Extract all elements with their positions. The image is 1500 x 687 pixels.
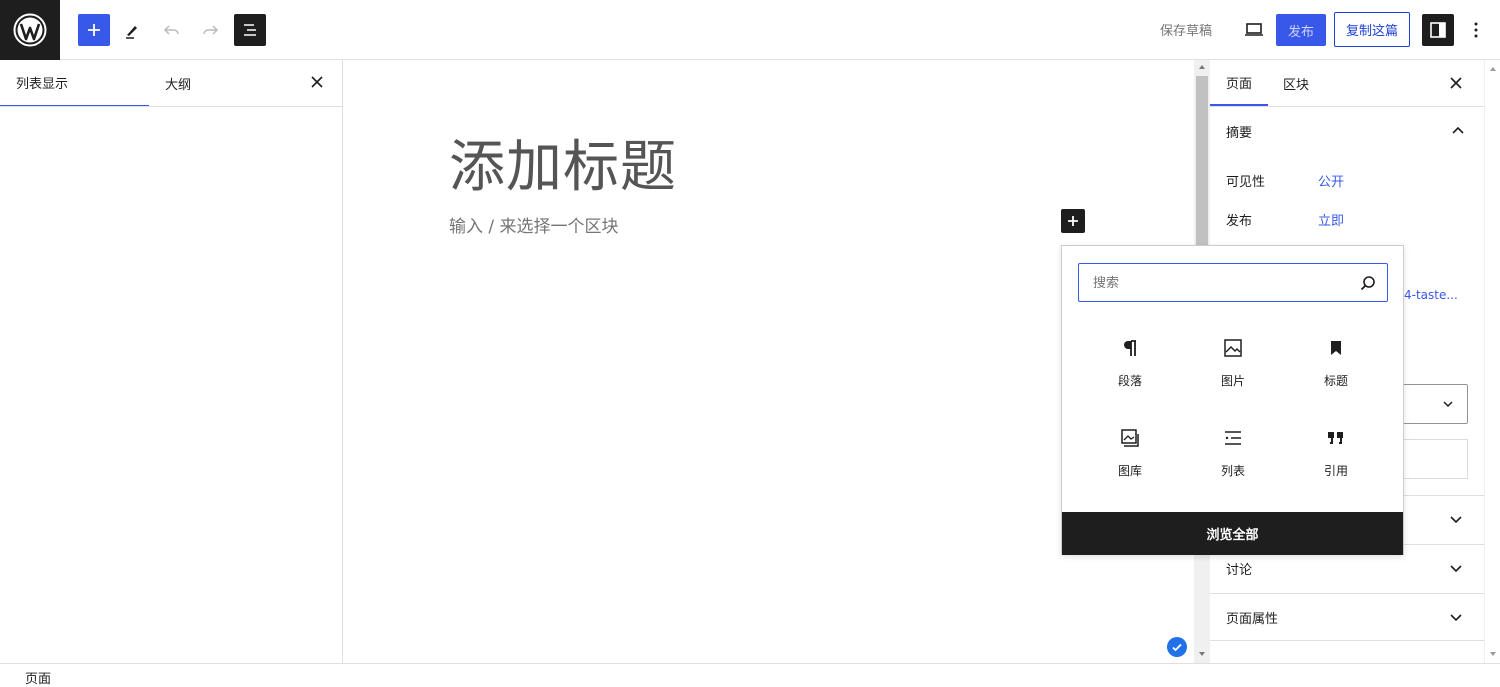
page-attributes-panel[interactable]: 页面属性 — [1210, 593, 1484, 641]
undo-icon — [163, 25, 179, 35]
chevron-down-icon — [1446, 559, 1466, 579]
tools-button[interactable] — [116, 14, 148, 46]
plus-icon — [88, 24, 100, 36]
editor-header: 保存草稿 发布 复制这篇 — [0, 0, 1500, 60]
divider — [0, 106, 343, 107]
redo-icon — [203, 25, 219, 35]
tab-list-view[interactable]: 列表显示 — [0, 60, 149, 107]
close-icon — [311, 76, 323, 88]
block-heading[interactable]: 标题 — [1284, 326, 1388, 406]
redo-button[interactable] — [194, 14, 226, 46]
list-view-panel: 列表显示 大纲 — [0, 60, 343, 663]
tab-outline[interactable]: 大纲 — [149, 60, 299, 107]
scroll-up-icon — [1199, 65, 1205, 69]
publish-date-label: 发布 — [1226, 214, 1253, 229]
plus-icon — [1068, 216, 1078, 226]
block-label: 标题 — [1323, 374, 1348, 388]
pencil-icon — [126, 26, 137, 39]
discussion-panel-title: 讨论 — [1226, 563, 1253, 578]
block-label: 段落 — [1117, 374, 1142, 388]
scrollbar-thumb[interactable] — [1196, 76, 1208, 246]
block-label: 引用 — [1323, 464, 1348, 478]
page-attributes-title: 页面属性 — [1226, 611, 1279, 627]
inline-inserter-button[interactable] — [1061, 209, 1085, 233]
copy-post-button[interactable]: 复制这篇 — [1334, 12, 1410, 47]
scroll-down-icon — [1199, 652, 1205, 656]
post-title-input[interactable]: 添加标题 — [449, 122, 677, 203]
save-draft-button[interactable]: 保存草稿 — [1160, 20, 1212, 39]
chevron-down-icon — [1446, 608, 1466, 628]
chevron-down-icon — [1446, 510, 1466, 530]
block-paragraph[interactable]: 段落 — [1078, 326, 1182, 406]
more-options-button[interactable] — [1462, 14, 1490, 46]
settings-button[interactable] — [1422, 14, 1454, 46]
quick-inserter-popover: 段落 图片 标题 图库 列表 引用 浏览全部 — [1061, 245, 1404, 555]
search-icon — [1360, 276, 1375, 291]
publish-date-toggle[interactable]: 立即 — [1318, 210, 1344, 229]
close-sidebar-button[interactable] — [1444, 71, 1468, 95]
divider — [1210, 106, 1484, 107]
browse-all-button[interactable]: 浏览全部 — [1062, 512, 1403, 555]
scroll-up-icon — [1490, 67, 1496, 71]
close-icon — [1450, 77, 1462, 89]
author-field[interactable] — [1404, 439, 1468, 479]
default-block-appender[interactable]: 输入 / 来选择一个区块 — [449, 212, 619, 237]
template-select[interactable] — [1404, 384, 1468, 424]
block-label: 图库 — [1117, 464, 1142, 478]
scroll-down-icon — [1490, 652, 1496, 656]
heading-bookmark-icon — [1324, 336, 1348, 360]
undo-button[interactable] — [156, 14, 188, 46]
chevron-down-icon — [1443, 401, 1453, 407]
desktop-preview-icon — [1245, 23, 1263, 36]
list-icon — [1221, 426, 1245, 450]
block-label: 列表 — [1220, 464, 1245, 478]
publish-button[interactable]: 发布 — [1276, 14, 1326, 46]
list-view-icon — [244, 24, 256, 36]
quote-icon — [1324, 426, 1348, 450]
tab-block[interactable]: 区块 — [1268, 60, 1324, 106]
url-link[interactable]: 4-taste... — [1404, 288, 1458, 302]
add-block-button[interactable] — [78, 14, 110, 46]
block-image[interactable]: 图片 — [1181, 326, 1285, 406]
preview-button[interactable] — [1238, 14, 1270, 46]
close-list-view-button[interactable] — [305, 70, 329, 94]
chevron-up-icon[interactable] — [1448, 120, 1468, 140]
check-status-icon — [1167, 637, 1187, 657]
search-box[interactable] — [1078, 263, 1388, 302]
wordpress-logo-icon[interactable] — [0, 0, 60, 60]
block-quote[interactable]: 引用 — [1284, 416, 1388, 496]
summary-panel-title[interactable]: 摘要 — [1226, 122, 1252, 141]
block-label: 图片 — [1220, 374, 1245, 388]
gallery-icon — [1118, 426, 1142, 450]
image-icon — [1221, 336, 1245, 360]
breadcrumb[interactable]: 页面 — [25, 668, 51, 687]
block-gallery[interactable]: 图库 — [1078, 416, 1182, 496]
sidebar-scrollbar[interactable] — [1484, 60, 1500, 663]
block-list[interactable]: 列表 — [1181, 416, 1285, 496]
visibility-toggle[interactable]: 公开 — [1318, 171, 1344, 190]
kebab-menu-icon — [1474, 22, 1478, 38]
tab-page[interactable]: 页面 — [1210, 60, 1268, 106]
block-breadcrumb-bar: 页面 — [0, 663, 1500, 687]
search-input[interactable] — [1093, 272, 1343, 294]
paragraph-icon — [1118, 336, 1142, 360]
sidebar-toggle-icon — [1430, 22, 1446, 38]
visibility-label: 可见性 — [1226, 175, 1266, 190]
document-overview-button[interactable] — [234, 14, 266, 46]
